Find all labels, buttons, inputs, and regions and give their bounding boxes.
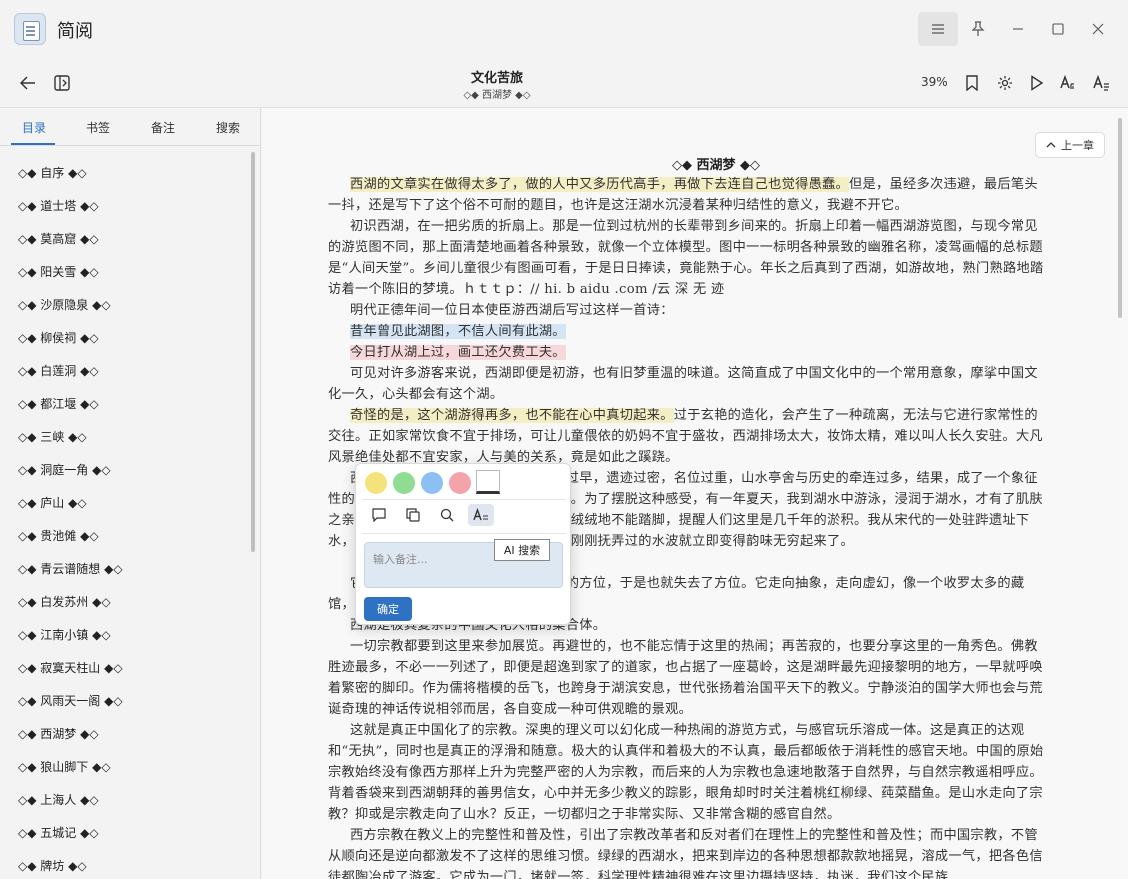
divider <box>362 533 566 534</box>
paragraph: 初识西湖，在一把劣质的折扇上。那是一位到过杭州的长辈带到乡间来的。折扇上印着一幅… <box>328 219 1044 297</box>
close-icon <box>1092 23 1104 35</box>
tab-notes[interactable]: 备注 <box>131 119 195 136</box>
prev-chapter-label: 上一章 <box>1061 139 1094 152</box>
poem-line: 今日打从湖上过，画工还欠费工夫。 <box>328 342 1050 363</box>
toc-item[interactable]: ◇◆ 贵池傩 ◆◇ <box>18 527 99 544</box>
maximize-button[interactable] <box>1038 12 1078 46</box>
ai-summary-button[interactable] <box>1089 70 1115 96</box>
copy-icon <box>406 508 420 522</box>
tab-search[interactable]: 搜索 <box>196 119 260 136</box>
maximize-icon <box>1052 23 1064 35</box>
toc-item[interactable]: ◇◆ 庐山 ◆◇ <box>18 494 87 511</box>
paragraph: 这就是真正中国化了的宗教。深奥的理义可以幻化成一种热闹的游览方式，与感官玩乐溶成… <box>328 723 1044 822</box>
paragraph: 西方宗教在教义上的完整性和普及性，引出了宗教改革者和反对者们在理性上的完整性和普… <box>328 828 1043 879</box>
reading-progress: 39% <box>921 75 948 89</box>
comment-button[interactable] <box>368 504 390 526</box>
pin-icon <box>971 21 985 36</box>
color-yellow-swatch[interactable] <box>365 472 387 494</box>
sidebar-scrollbar[interactable] <box>251 152 255 552</box>
paragraph: 西湖的文章实在做得太多了，做的人中又多历代高手，再做下去连自己也觉得愚蠢。但是，… <box>328 177 1038 213</box>
toc-item[interactable]: ◇◆ 狼山脚下 ◆◇ <box>18 758 111 775</box>
app-book-icon <box>14 13 46 45</box>
chapter-heading: ◇◆ 西湖梦 ◆◇ <box>671 158 761 173</box>
toc-item[interactable]: ◇◆ 风雨天一阁 ◆◇ <box>18 692 123 709</box>
ai-search-button[interactable] <box>468 504 494 526</box>
book-title: 文化苦旅 <box>470 71 523 86</box>
toc-item[interactable]: ◇◆ 三峡 ◆◇ <box>18 428 87 445</box>
toc-item[interactable]: ◇◆ 青云谱随想 ◆◇ <box>18 560 123 577</box>
ai-search-tooltip: AI 搜索 <box>494 539 550 561</box>
toc-item[interactable]: ◇◆ 都江堰 ◆◇ <box>18 395 99 412</box>
ai-text-icon <box>1060 75 1074 89</box>
pin-button[interactable] <box>958 12 998 46</box>
minimize-button[interactable] <box>998 12 1038 46</box>
highlight-yellow[interactable]: 奇怪的是，这个湖游得再多，也不能在心中真切起来。 <box>350 408 674 423</box>
toc-item[interactable]: ◇◆ 沙原隐泉 ◆◇ <box>18 296 111 313</box>
color-red-swatch[interactable] <box>449 472 471 494</box>
toc-item[interactable]: ◇◆ 洞庭一角 ◆◇ <box>18 461 111 478</box>
minimize-icon <box>1013 28 1023 30</box>
tab-bookmarks[interactable]: 书签 <box>66 119 130 136</box>
highlight-blue[interactable]: 昔年曾见此湖图，不信人间有此湖。 <box>350 324 566 339</box>
highlight-yellow[interactable]: 西湖的文章实在做得太多了，做的人中又多历代高手，再做下去连自己也觉得愚蠢。 <box>350 177 850 192</box>
toc-item[interactable]: ◇◆ 西湖梦 ◆◇ <box>18 725 99 742</box>
toc-item[interactable]: ◇◆ 莫高窟 ◆◇ <box>18 230 99 247</box>
toc-item[interactable]: ◇◆ 阳关雪 ◆◇ <box>18 263 99 280</box>
paragraph: 一切宗教都要到这里来参加展览。再避世的，也不能忘情于这里的热闹；再苦寂的，也要分… <box>328 639 1043 717</box>
paragraph: 奇怪的是，这个湖游得再多，也不能在心中真切起来。过于玄艳的造化，会产生了一种疏离… <box>328 408 1043 465</box>
active-tab-indicator <box>11 143 55 145</box>
content-scrollbar[interactable] <box>1118 118 1122 318</box>
search-button[interactable] <box>436 504 458 526</box>
highlight-red[interactable]: 今日打从湖上过，画工还欠费工夫。 <box>350 345 566 360</box>
app-title: 简阅 <box>57 21 93 42</box>
underline-style-button[interactable] <box>476 470 500 494</box>
chapter-subtitle: ◇◆ 西湖梦 ◆◇ <box>463 90 531 101</box>
ai-text-icon <box>473 508 488 521</box>
bookmark-icon <box>966 75 978 91</box>
close-button[interactable] <box>1078 12 1118 46</box>
toc-item[interactable]: ◇◆ 江南小镇 ◆◇ <box>18 626 111 643</box>
toc-item[interactable]: ◇◆ 五城记 ◆◇ <box>18 824 99 841</box>
ai-translate-button[interactable] <box>1056 70 1082 96</box>
chevron-up-icon <box>1046 142 1056 148</box>
tab-toc[interactable]: 目录 <box>2 119 66 136</box>
menu-button[interactable] <box>918 12 958 46</box>
toc-item[interactable]: ◇◆ 白发苏州 ◆◇ <box>18 593 111 610</box>
play-icon <box>1031 75 1044 91</box>
copy-button[interactable] <box>402 504 424 526</box>
gear-icon <box>998 76 1012 90</box>
sidebar-tabs: 目录 书签 备注 搜索 <box>0 108 261 146</box>
reader-toolbar: 文化苦旅 ◇◆ 西湖梦 ◆◇ 39% <box>0 58 1128 108</box>
color-blue-swatch[interactable] <box>421 472 443 494</box>
confirm-button[interactable]: 确定 <box>364 597 412 621</box>
bookmark-button[interactable] <box>959 70 985 96</box>
toc-item[interactable]: ◇◆ 上海人 ◆◇ <box>18 791 99 808</box>
toc-item[interactable]: ◇◆ 牌坊 ◆◇ <box>18 857 87 874</box>
search-icon <box>440 508 454 522</box>
settings-button[interactable] <box>992 70 1018 96</box>
toc-item[interactable]: ◇◆ 寂寞天柱山 ◆◇ <box>18 659 123 676</box>
color-green-swatch[interactable] <box>393 472 415 494</box>
toc-item[interactable]: ◇◆ 白莲洞 ◆◇ <box>18 362 99 379</box>
toc-item[interactable]: ◇◆ 柳侯祠 ◆◇ <box>18 329 99 346</box>
hamburger-icon <box>932 24 944 34</box>
title-bar: 简阅 <box>0 0 1128 58</box>
paragraph: 可见对许多游客来说，西湖即便是初游，也有旧梦重温的味道。这简直成了中国文化中的一… <box>328 366 1038 402</box>
comment-icon <box>372 508 386 522</box>
toc-item[interactable]: ◇◆ 自序 ◆◇ <box>18 164 87 181</box>
play-button[interactable] <box>1024 70 1050 96</box>
paragraph: 明代正德年间一位日本使臣游西湖后写过这样一首诗： <box>350 303 674 318</box>
ai-text-icon <box>1093 75 1109 91</box>
toc-item[interactable]: ◇◆ 道士塔 ◆◇ <box>18 197 99 214</box>
divider <box>362 499 566 500</box>
poem-line: 昔年曾见此湖图，不信人间有此湖。 <box>328 321 1050 342</box>
sidebar: 目录 书签 备注 搜索 ◇◆ 自序 ◆◇ ◇◆ 道士塔 ◆◇ ◇◆ 莫高窟 ◆◇… <box>0 108 261 879</box>
